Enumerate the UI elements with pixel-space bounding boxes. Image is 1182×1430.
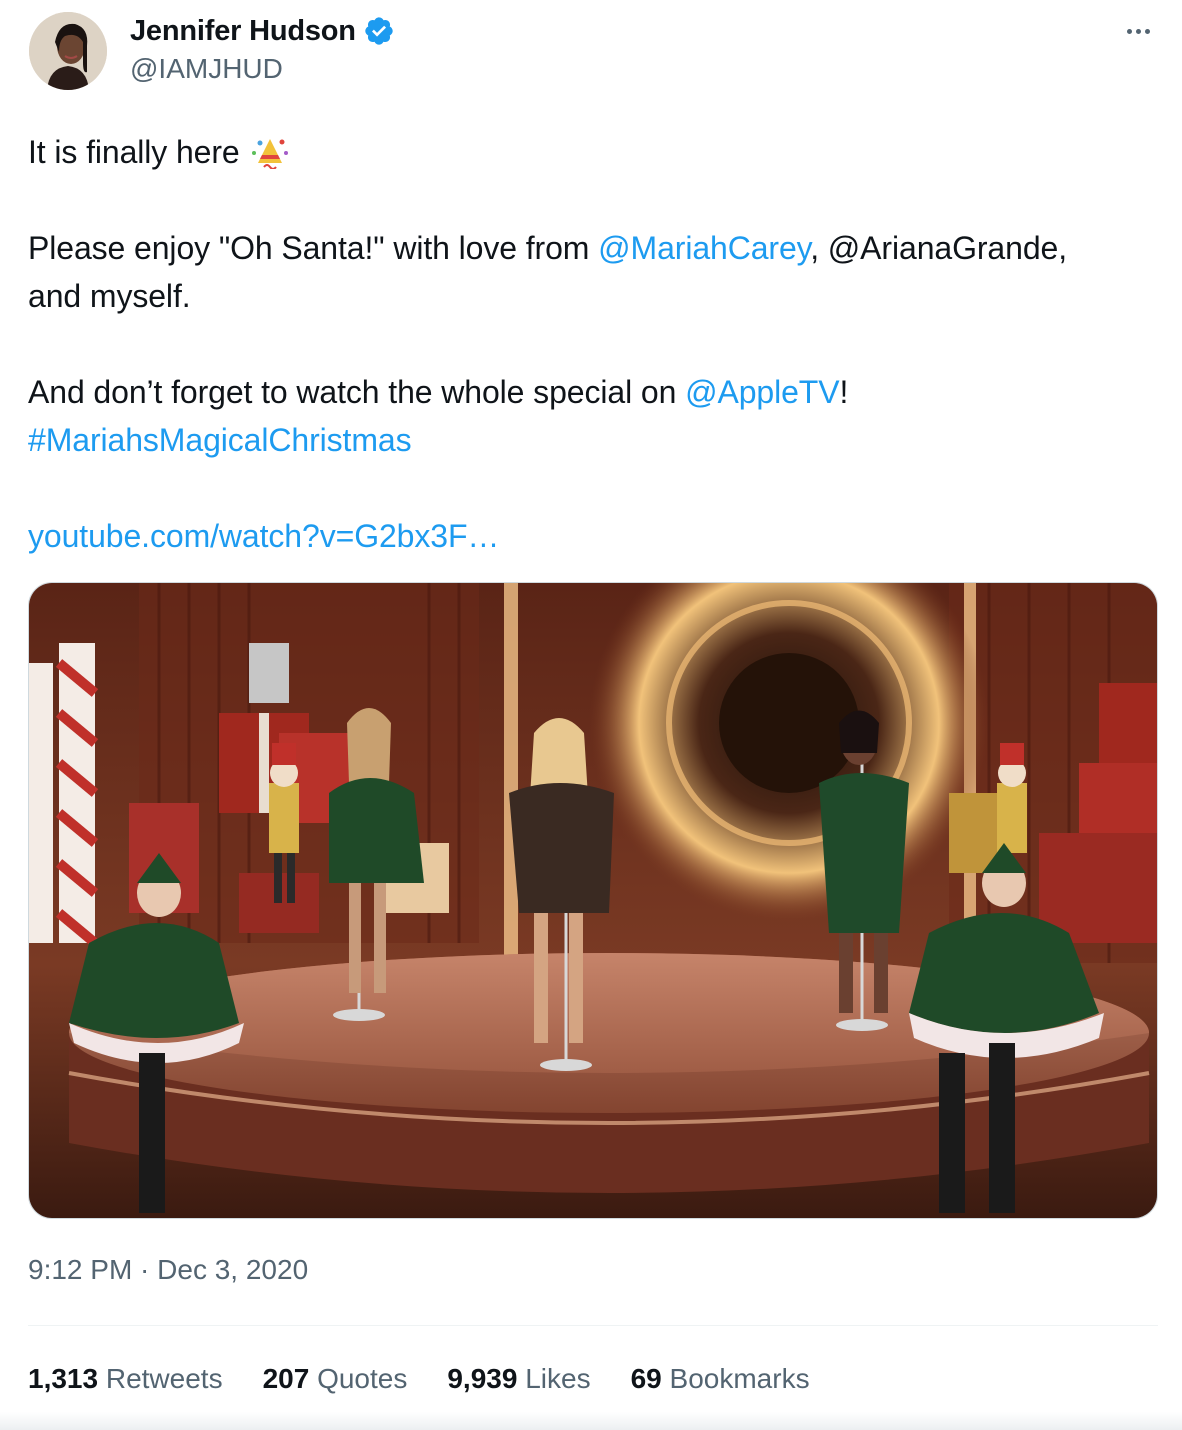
stat-bookmarks-count: 69 xyxy=(630,1363,662,1394)
more-options-icon[interactable] xyxy=(1118,18,1158,44)
author-display-name[interactable]: Jennifer Hudson xyxy=(130,15,356,48)
video-media[interactable] xyxy=(28,582,1158,1219)
author-avatar[interactable] xyxy=(29,12,107,90)
stat-retweets[interactable]: 1,313 Retweets xyxy=(28,1363,223,1395)
tweet-line-1: It is finally here xyxy=(28,128,1163,176)
stat-likes-count: 9,939 xyxy=(447,1363,518,1394)
verified-badge-icon xyxy=(365,17,393,45)
stat-quotes-count: 207 xyxy=(262,1363,310,1394)
author-handle[interactable]: @IAMJHUD xyxy=(130,53,283,85)
engagement-stats: 1,313 Retweets 207 Quotes 9,939 Likes 69… xyxy=(28,1360,850,1398)
tweet-line-1-text: It is finally here xyxy=(28,134,240,170)
tweet-line-2-prefix: Please enjoy "Oh Santa!" with love from xyxy=(28,230,599,266)
tweet-timestamp[interactable]: 9:12 PM · Dec 3, 2020 xyxy=(28,1254,308,1286)
tweet-text: It is finally here Please enjoy "Oh Sant… xyxy=(28,128,1163,560)
stat-retweets-label: Retweets xyxy=(105,1363,223,1394)
stat-bookmarks-label: Bookmarks xyxy=(669,1363,810,1394)
avatar-image xyxy=(29,12,107,90)
video-thumbnail-image xyxy=(29,583,1157,1218)
mention-appletv[interactable]: @AppleTV xyxy=(685,374,840,410)
stat-quotes-label: Quotes xyxy=(317,1363,408,1394)
stat-retweets-count: 1,313 xyxy=(28,1363,99,1394)
tweet-line-2-suffix: , @ArianaGrande, xyxy=(810,230,1068,266)
author-name-row[interactable]: Jennifer Hudson xyxy=(130,13,395,49)
youtube-link[interactable]: youtube.com/watch?v=G2bx3F… xyxy=(28,512,1163,560)
mention-mariahcarey[interactable]: @MariahCarey xyxy=(598,230,810,266)
bottom-fade xyxy=(0,1412,1182,1430)
stat-quotes[interactable]: 207 Quotes xyxy=(263,1363,408,1395)
party-popper-emoji-icon xyxy=(252,139,289,169)
hashtag-link[interactable]: #MariahsMagicalChristmas xyxy=(28,416,1163,464)
stat-likes-label: Likes xyxy=(525,1363,591,1394)
divider xyxy=(28,1325,1158,1326)
stat-likes[interactable]: 9,939 Likes xyxy=(447,1363,590,1395)
tweet-line-4: And don’t forget to watch the whole spec… xyxy=(28,368,1163,416)
tweet-line-4-prefix: And don’t forget to watch the whole spec… xyxy=(28,374,686,410)
tweet-line-3: and myself. xyxy=(28,278,191,314)
tweet-line-2: Please enjoy "Oh Santa!" with love from … xyxy=(28,224,1163,272)
tweet-line-4-suffix: ! xyxy=(839,374,849,410)
stat-bookmarks[interactable]: 69 Bookmarks xyxy=(631,1363,810,1395)
